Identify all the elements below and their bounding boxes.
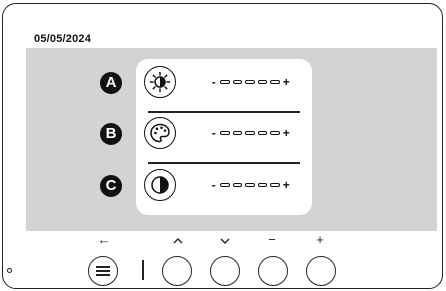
slider-segment <box>220 80 230 84</box>
chevron-down-icon <box>215 232 235 250</box>
slider-segment <box>232 80 243 84</box>
brightness-row[interactable]: A - + <box>100 66 312 106</box>
plus-hint: + <box>316 232 324 247</box>
hard-button-4[interactable] <box>306 256 336 286</box>
back-arrow-icon: ← <box>97 232 111 247</box>
hard-button-3[interactable] <box>258 256 288 286</box>
top-bar: 05/05/2024 <box>26 31 437 48</box>
slider-segment <box>245 80 255 84</box>
slider-segment <box>257 183 268 187</box>
contrast-row[interactable]: C - + <box>100 169 312 209</box>
slider-segment <box>220 131 230 135</box>
date-display: 05/05/2024 <box>34 33 92 45</box>
slider-segment <box>245 183 255 187</box>
color-plus[interactable]: + <box>283 127 290 139</box>
brightness-slider[interactable]: - + <box>210 74 290 90</box>
soft-key-bar: ← − + <box>26 231 437 253</box>
slider-segment <box>270 183 280 187</box>
hard-button-2[interactable] <box>210 256 240 286</box>
slider-segment <box>270 131 280 135</box>
slider-segment <box>220 183 230 187</box>
palette-icon[interactable] <box>144 117 176 149</box>
screen: 05/05/2024 A - + B - + C - + ← − + <box>26 31 437 253</box>
contrast-minus[interactable]: - <box>210 179 217 191</box>
microphone-dot <box>7 268 12 273</box>
contrast-plus[interactable]: + <box>283 179 290 191</box>
chevron-up-icon <box>168 232 188 250</box>
settings-panel: A - + B - + C - + <box>100 59 312 215</box>
badge-b: B <box>100 123 122 145</box>
slider-segment <box>270 80 280 84</box>
slider-segment <box>257 131 268 135</box>
contrast-slider[interactable]: - + <box>210 177 290 193</box>
contrast-icon[interactable] <box>144 169 176 201</box>
slider-segment <box>232 183 243 187</box>
divider-line <box>148 162 300 164</box>
brightness-icon[interactable] <box>144 66 176 98</box>
menu-icon <box>96 266 110 276</box>
color-row[interactable]: B - + <box>100 117 312 157</box>
color-minus[interactable]: - <box>210 127 217 139</box>
badge-a: A <box>100 72 122 94</box>
divider-line <box>148 111 300 113</box>
slider-segment <box>257 80 268 84</box>
slider-segment <box>245 131 255 135</box>
hard-button-1[interactable] <box>162 256 192 286</box>
menu-button[interactable] <box>88 256 118 286</box>
brightness-minus[interactable]: - <box>210 76 217 88</box>
minus-hint: − <box>268 232 276 247</box>
slider-segment <box>232 131 243 135</box>
badge-c: C <box>100 175 122 197</box>
brightness-plus[interactable]: + <box>283 76 290 88</box>
color-slider[interactable]: - + <box>210 125 290 141</box>
button-divider <box>142 260 144 280</box>
